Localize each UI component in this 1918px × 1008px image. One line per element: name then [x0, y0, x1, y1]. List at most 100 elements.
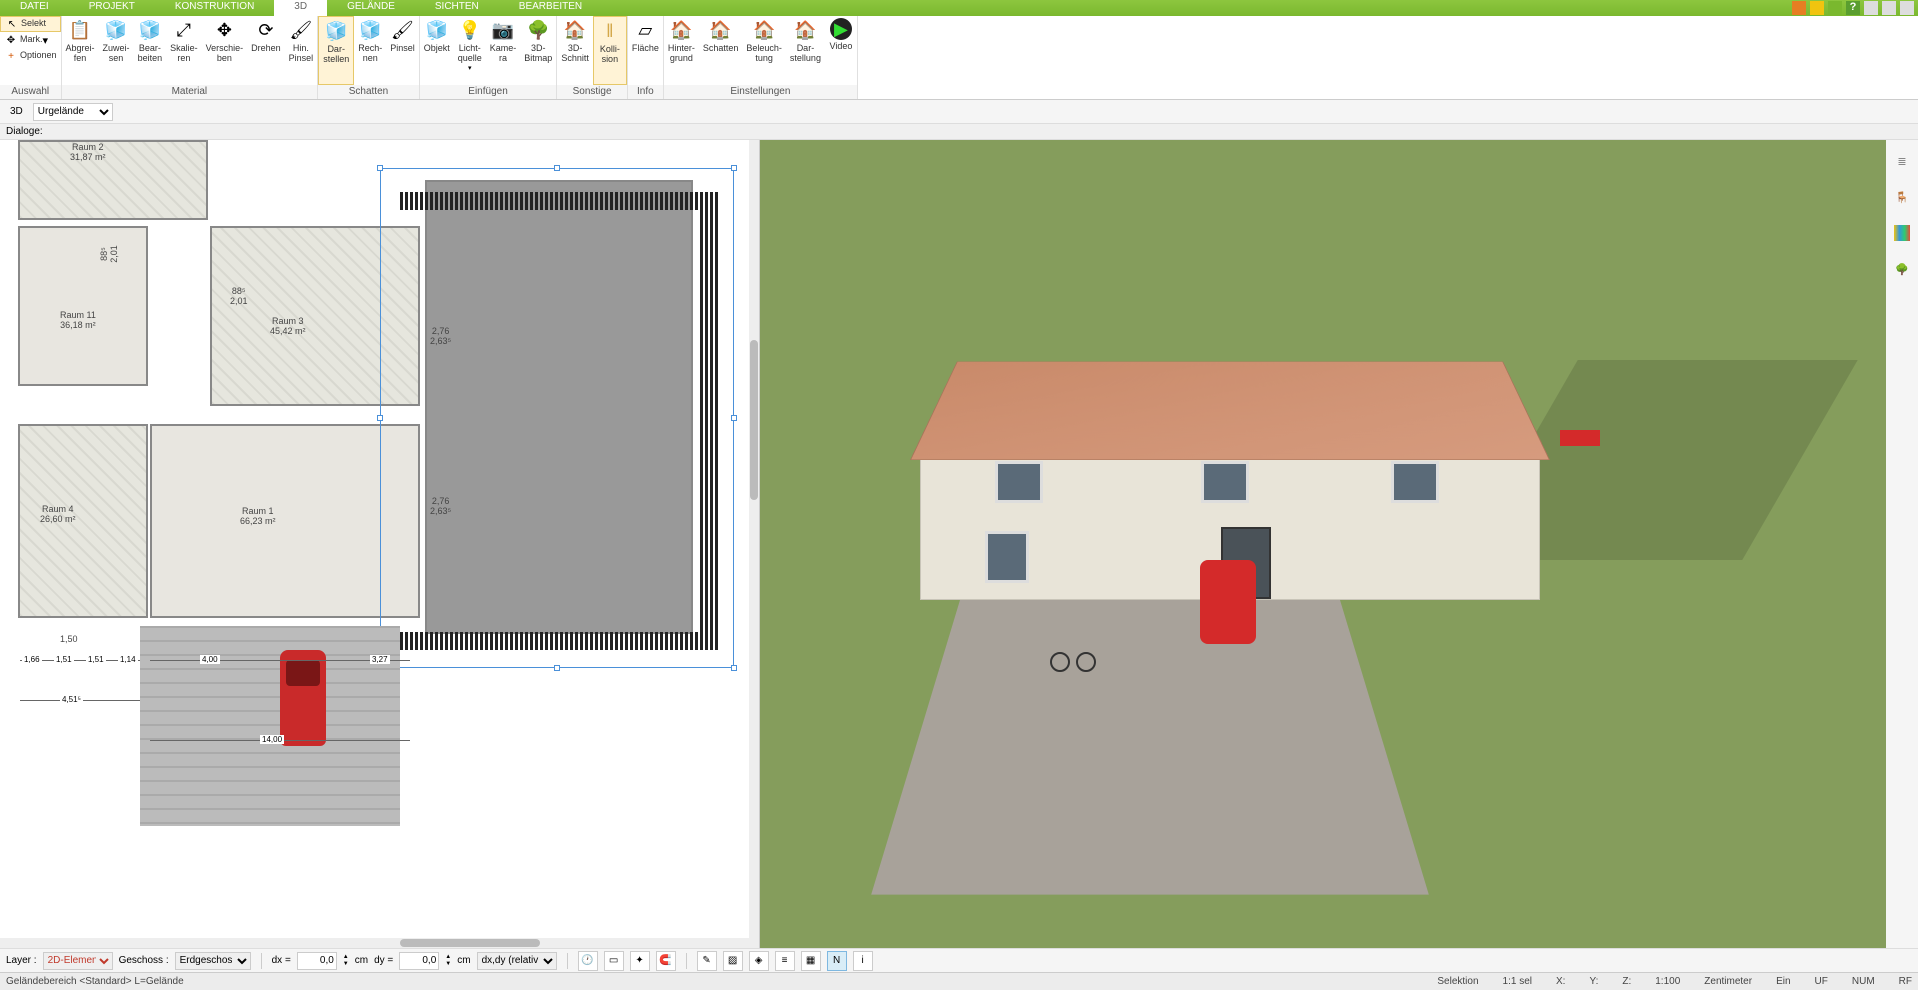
sel-handle[interactable]	[731, 665, 737, 671]
status-unit: Zentimeter	[1704, 976, 1752, 987]
layer-select[interactable]: 2D-Elemen	[43, 952, 113, 970]
tree-icon: 🌳	[526, 18, 550, 42]
menu-tab-datei[interactable]: DATEI	[0, 0, 69, 16]
help-icon[interactable]: ?	[1846, 1, 1860, 15]
info-icon[interactable]: i	[853, 951, 873, 971]
scrollbar-horizontal[interactable]	[0, 938, 759, 948]
kamera-button[interactable]: 📷Kame- ra	[486, 16, 521, 85]
skalieren-button[interactable]: ⤢Skalie- ren	[166, 16, 202, 85]
mode-select[interactable]: dx,dy (relativ ka	[477, 952, 557, 970]
lines-icon[interactable]: ≡	[775, 951, 795, 971]
abgreifen-button[interactable]: 📋Abgrei- fen	[62, 16, 99, 85]
darstellung-button[interactable]: 🏠Dar- stellung	[786, 16, 825, 85]
bitmap-button[interactable]: 🌳3D- Bitmap	[520, 16, 556, 85]
minimize-icon[interactable]	[1864, 1, 1878, 15]
sel-handle[interactable]	[377, 415, 383, 421]
view-3d[interactable]	[760, 140, 1886, 948]
driveway	[140, 626, 400, 826]
tree-icon[interactable]: 🌳	[1891, 258, 1913, 280]
window-icon	[1391, 461, 1439, 503]
menu-tab-3d[interactable]: 3D	[274, 0, 327, 16]
flaeche-button[interactable]: ▱Fläche	[628, 16, 663, 85]
schatten-button[interactable]: 🏠Schatten	[699, 16, 743, 85]
link-icon[interactable]	[1828, 1, 1842, 15]
sel-handle[interactable]	[554, 665, 560, 671]
kollision-button[interactable]: ‖Kolli- sion	[593, 16, 627, 85]
geschoss-select[interactable]: Erdgeschos	[175, 952, 251, 970]
cursor-icon: ↖	[5, 17, 19, 31]
side-tools: ≣ 🪑 🌳	[1886, 140, 1918, 948]
edit-icon[interactable]: ✎	[697, 951, 717, 971]
maximize-icon[interactable]	[1882, 1, 1896, 15]
grid-icon[interactable]: ▦	[801, 951, 821, 971]
menu-tab-bearbeiten[interactable]: BEARBEITEN	[499, 0, 602, 16]
rechnen-button[interactable]: 🧊Rech- nen	[354, 16, 386, 85]
layers-icon[interactable]: ≣	[1891, 150, 1913, 172]
scrollbar-vertical[interactable]	[749, 140, 759, 938]
status-uf: UF	[1815, 976, 1828, 987]
floorplan: Raum 231,87 m² Raum 1136,18 m² Raum 345,…	[0, 140, 759, 948]
north-icon[interactable]: N	[827, 951, 847, 971]
ribbon: ↖Selekt ✥Mark.▾ +Optionen Auswahl 📋Abgre…	[0, 16, 1918, 100]
snap-icon[interactable]: ✦	[630, 951, 650, 971]
view-2d[interactable]: Raum 231,87 m² Raum 1136,18 m² Raum 345,…	[0, 140, 760, 948]
objekt-button[interactable]: 🧊Objekt	[420, 16, 454, 85]
menu-bar: DATEI PROJEKT KONSTRUKTION 3D GELÄNDE SI…	[0, 0, 1918, 16]
menu-tab-konstruktion[interactable]: KONSTRUKTION	[155, 0, 274, 16]
garden-furniture	[1560, 430, 1600, 446]
status-x: X:	[1556, 976, 1565, 987]
terrain-select[interactable]: Urgelände	[33, 103, 113, 121]
scrollbar-thumb[interactable]	[750, 340, 758, 500]
menu-tab-projekt[interactable]: PROJEKT	[69, 0, 155, 16]
dx-input[interactable]	[297, 952, 337, 970]
chair-icon[interactable]: 🪑	[1891, 186, 1913, 208]
sel-handle[interactable]	[377, 165, 383, 171]
sel-handle[interactable]	[731, 165, 737, 171]
palette-icon[interactable]	[1891, 222, 1913, 244]
bearbeiten-button[interactable]: 🧊Bear- beiten	[134, 16, 167, 85]
drehen-button[interactable]: ⟳Drehen	[247, 16, 285, 85]
selection-rect[interactable]	[380, 168, 734, 668]
ribbon-group-schatten: 🧊Dar- stellen 🧊Rech- nen 🖌Pinsel Schatte…	[318, 16, 420, 99]
menu-tab-gelaende[interactable]: GELÄNDE	[327, 0, 415, 16]
dim: 1,50	[60, 634, 78, 644]
hinpinsel-button[interactable]: 🖌Hin. Pinsel	[285, 16, 318, 85]
dx-label: dx =	[272, 955, 291, 966]
lichtquelle-button[interactable]: 💡Licht- quelle▾	[454, 16, 486, 85]
screen-icon[interactable]: ▭	[604, 951, 624, 971]
close-icon[interactable]	[1900, 1, 1914, 15]
clock-icon[interactable]: 🕐	[578, 951, 598, 971]
bike-icon	[1050, 650, 1096, 670]
beleuchtung-button[interactable]: 🏠Beleuch- tung	[742, 16, 786, 85]
dim: 1,14	[118, 655, 138, 664]
scrollbar-thumb[interactable]	[400, 939, 540, 947]
hintergrund-button[interactable]: 🏠Hinter- grund	[664, 16, 699, 85]
layer-icon[interactable]: ◈	[749, 951, 769, 971]
box-icon[interactable]	[1810, 1, 1824, 15]
dim: 88⁵2,01	[99, 245, 119, 263]
pencil-icon[interactable]	[1792, 1, 1806, 15]
mark-button[interactable]: ✥Mark.▾	[0, 32, 61, 48]
schnitt-button[interactable]: 🏠3D- Schnitt	[557, 16, 593, 85]
zuweisen-button[interactable]: 🧊Zuwei- sen	[99, 16, 134, 85]
sel-handle[interactable]	[554, 165, 560, 171]
hatch-icon[interactable]: ▨	[723, 951, 743, 971]
window-icon	[985, 531, 1029, 583]
move-icon: ✥	[212, 18, 236, 42]
status-num: NUM	[1852, 976, 1875, 987]
video-button[interactable]: ▶Video	[825, 16, 857, 85]
sel-handle[interactable]	[731, 415, 737, 421]
menu-tabs: DATEI PROJEKT KONSTRUKTION 3D GELÄNDE SI…	[0, 0, 602, 16]
selekt-button[interactable]: ↖Selekt	[0, 16, 61, 32]
darstellen-button[interactable]: 🧊Dar- stellen	[318, 16, 354, 85]
verschieben-button[interactable]: ✥Verschie- ben	[202, 16, 248, 85]
dx-stepper[interactable]: ▲▼	[343, 954, 349, 968]
magnet-icon[interactable]: 🧲	[656, 951, 676, 971]
dy-stepper[interactable]: ▲▼	[445, 954, 451, 968]
pinsel-button[interactable]: 🖌Pinsel	[386, 16, 419, 85]
dy-label: dy =	[374, 955, 393, 966]
dy-input[interactable]	[399, 952, 439, 970]
optionen-button[interactable]: +Optionen	[0, 48, 61, 64]
menu-tab-sichten[interactable]: SICHTEN	[415, 0, 499, 16]
dim: 4,00	[200, 655, 220, 664]
